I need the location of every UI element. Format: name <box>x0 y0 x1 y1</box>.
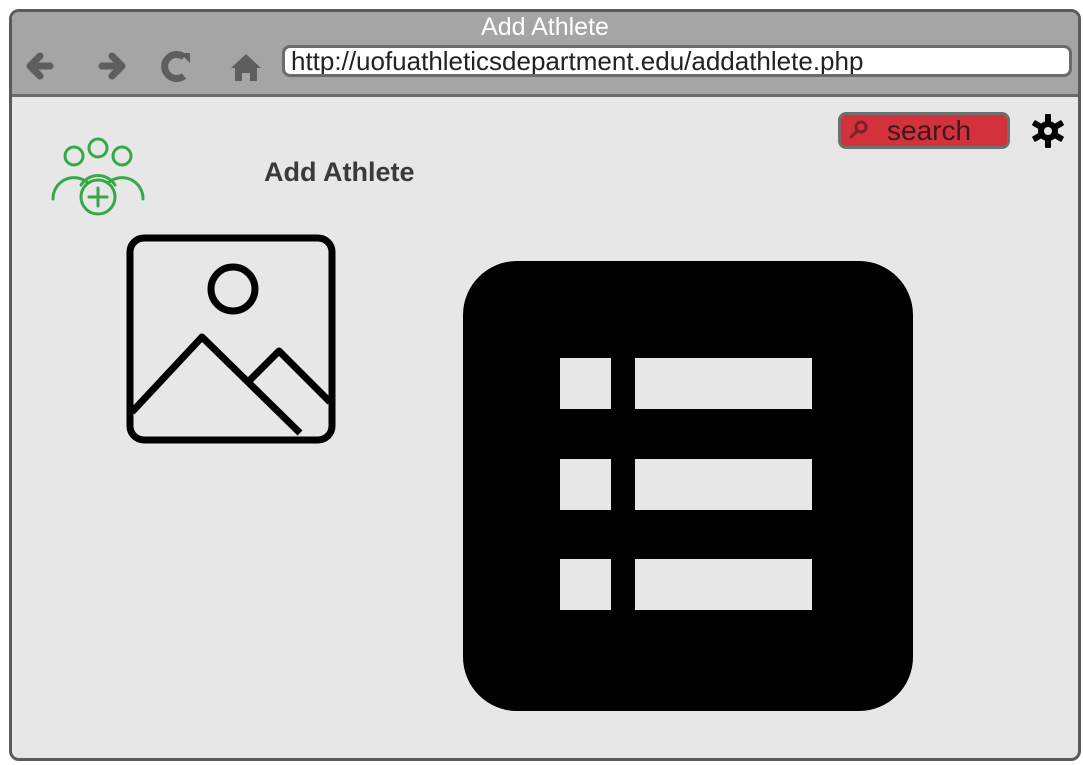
list-bullet <box>560 459 611 510</box>
list-icon[interactable] <box>463 261 913 711</box>
search-icon <box>849 120 868 139</box>
home-icon <box>231 54 261 81</box>
list-line <box>635 459 812 510</box>
image-placeholder-icon[interactable] <box>126 234 336 444</box>
reload-button[interactable] <box>157 45 201 89</box>
arrow-right-icon <box>98 52 126 80</box>
gear-icon[interactable] <box>1030 113 1066 149</box>
list-line <box>635 559 812 610</box>
list-bullet <box>560 358 611 409</box>
url-input[interactable]: http://uofuathleticsdepartment.edu/addat… <box>282 45 1072 77</box>
list-line <box>635 358 812 409</box>
page-title: Add Athlete <box>264 157 415 187</box>
browser-window: Add Athlete http://uofuathleticsdepartme… <box>9 9 1081 761</box>
list-bullet <box>560 559 611 610</box>
back-button[interactable] <box>22 45 66 89</box>
search-input[interactable]: search <box>838 112 1010 149</box>
window-title: Add Athlete <box>481 13 609 41</box>
add-user-group-icon[interactable] <box>46 137 150 221</box>
reload-icon <box>161 51 190 82</box>
search-placeholder: search <box>887 115 972 146</box>
browser-titlebar: Add Athlete http://uofuathleticsdepartme… <box>12 12 1078 97</box>
arrow-left-icon <box>26 52 54 80</box>
forward-button[interactable] <box>94 45 138 89</box>
home-button[interactable] <box>224 45 268 89</box>
